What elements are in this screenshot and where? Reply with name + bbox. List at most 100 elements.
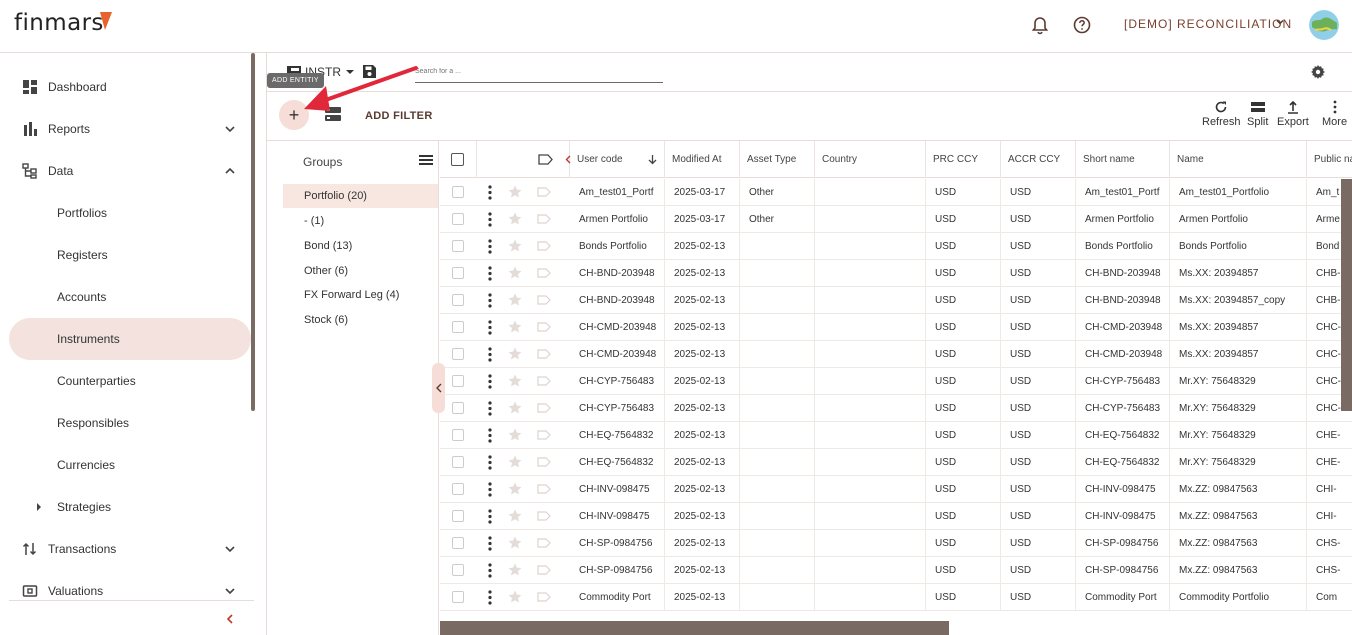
tag-icon[interactable] (537, 214, 551, 224)
table-cell[interactable]: Bonds Portfolio (1170, 233, 1307, 260)
table-cell[interactable]: 2025-02-13 (665, 503, 740, 530)
refresh-button[interactable]: Refresh (1202, 100, 1241, 128)
table-cell[interactable]: 2025-02-13 (665, 449, 740, 476)
table-cell[interactable]: CH-EQ-7564832 (570, 422, 665, 449)
row-menu-icon[interactable] (488, 590, 492, 605)
table-cell[interactable]: USD (1001, 341, 1076, 368)
table-cell[interactable]: CH-CMD-203948 (1076, 314, 1170, 341)
table-row[interactable]: Armen Portfolio 2025-03-17 Other USD USD Arme… (440, 206, 1352, 233)
sidebar-item-accounts[interactable]: Accounts (0, 276, 250, 318)
table-cell[interactable]: 2025-02-13 (665, 395, 740, 422)
row-menu-icon[interactable] (488, 212, 492, 227)
table-cell[interactable]: USD (926, 287, 1001, 314)
table-row[interactable]: CH-EQ-7564832 2025-02-13 USD USD CH-EQ-75648… (440, 422, 1352, 449)
column-header-short-name[interactable]: Short name (1076, 141, 1170, 178)
tag-icon[interactable] (537, 403, 551, 413)
row-checkbox[interactable] (452, 321, 464, 333)
table-cell[interactable]: CHS- (1307, 530, 1352, 557)
table-cell[interactable] (815, 206, 926, 233)
table-cell[interactable] (815, 449, 926, 476)
table-cell[interactable]: 2025-02-13 (665, 341, 740, 368)
table-cell[interactable]: CH-SP-0984756 (570, 530, 665, 557)
row-checkbox[interactable] (452, 375, 464, 387)
star-icon[interactable] (507, 211, 523, 227)
group-item[interactable]: FX Forward Leg (4) (283, 283, 438, 307)
avatar[interactable] (1309, 10, 1339, 40)
row-checkbox[interactable] (452, 537, 464, 549)
table-row[interactable]: CH-EQ-7564832 2025-02-13 USD USD CH-EQ-75648… (440, 449, 1352, 476)
table-cell[interactable]: CH-BND-203948 (1076, 287, 1170, 314)
table-cell[interactable]: USD (1001, 422, 1076, 449)
table-cell[interactable]: CH-CMD-203948 (1076, 341, 1170, 368)
table-row[interactable]: CH-INV-098475 2025-02-13 USD USD CH-INV-0984… (440, 476, 1352, 503)
row-menu-icon[interactable] (488, 428, 492, 443)
column-header-user-code[interactable]: User code (570, 141, 665, 178)
table-row[interactable]: Am_test01_Portf 2025-03-17 Other USD USD Am_t… (440, 179, 1352, 206)
table-cell[interactable] (815, 557, 926, 584)
table-cell[interactable]: CHE- (1307, 449, 1352, 476)
caret-right-icon[interactable] (36, 503, 42, 511)
row-checkbox[interactable] (452, 456, 464, 468)
table-cell[interactable]: Mx.ZZ: 09847563 (1170, 503, 1307, 530)
sidebar-item-valuations[interactable]: Valuations (0, 570, 250, 612)
table-cell[interactable] (740, 314, 815, 341)
table-cell[interactable]: CH-CYP-756483 (1076, 395, 1170, 422)
table-cell[interactable]: USD (1001, 476, 1076, 503)
table-cell[interactable]: Mx.ZZ: 09847563 (1170, 530, 1307, 557)
table-cell[interactable]: Commodity Port (570, 584, 665, 611)
table-row[interactable]: Bonds Portfolio 2025-02-13 USD USD Bonds Por… (440, 233, 1352, 260)
tag-icon[interactable] (537, 511, 551, 521)
table-cell[interactable] (815, 260, 926, 287)
tag-icon[interactable] (537, 592, 551, 602)
row-menu-icon[interactable] (488, 185, 492, 200)
star-icon[interactable] (507, 184, 523, 200)
star-icon[interactable] (507, 400, 523, 416)
table-cell[interactable]: Bonds Portfolio (570, 233, 665, 260)
table-cell[interactable] (740, 584, 815, 611)
search-input[interactable] (415, 61, 663, 83)
table-cell[interactable]: USD (926, 368, 1001, 395)
help-icon[interactable] (1071, 14, 1093, 36)
table-cell[interactable] (740, 449, 815, 476)
table-cell[interactable]: CH-INV-098475 (570, 503, 665, 530)
star-icon[interactable] (507, 535, 523, 551)
table-cell[interactable]: 2025-03-17 (665, 179, 740, 206)
table-horizontal-scrollbar[interactable] (440, 621, 949, 635)
table-cell[interactable]: CH-CYP-756483 (570, 395, 665, 422)
table-cell[interactable]: CH-EQ-7564832 (1076, 449, 1170, 476)
chevron-down-icon[interactable] (224, 123, 236, 135)
table-cell[interactable]: CH-SP-0984756 (1076, 557, 1170, 584)
table-cell[interactable]: Ms.XX: 20394857 (1170, 341, 1307, 368)
star-icon[interactable] (507, 373, 523, 389)
table-cell[interactable] (815, 368, 926, 395)
column-header-public-name[interactable]: Public na (1307, 141, 1352, 178)
table-cell[interactable] (815, 341, 926, 368)
row-checkbox[interactable] (452, 213, 464, 225)
table-cell[interactable]: CH-BND-203948 (570, 260, 665, 287)
group-item[interactable]: - (1) (283, 209, 438, 233)
table-cell[interactable]: Mr.XY: 75648329 (1170, 395, 1307, 422)
table-cell[interactable]: USD (926, 233, 1001, 260)
row-menu-icon[interactable] (488, 455, 492, 470)
table-cell[interactable]: USD (926, 314, 1001, 341)
star-icon[interactable] (507, 481, 523, 497)
table-cell[interactable] (815, 395, 926, 422)
table-cell[interactable]: CH-EQ-7564832 (1076, 422, 1170, 449)
table-cell[interactable] (740, 368, 815, 395)
table-cell[interactable]: Armen Portfolio (1170, 206, 1307, 233)
group-item[interactable]: Bond (13) (283, 234, 438, 258)
table-cell[interactable]: Ms.XX: 20394857 (1170, 260, 1307, 287)
table-cell[interactable]: CH-INV-098475 (1076, 503, 1170, 530)
table-cell[interactable]: USD (926, 449, 1001, 476)
table-cell[interactable] (815, 233, 926, 260)
table-cell[interactable]: CHE- (1307, 422, 1352, 449)
row-checkbox[interactable] (452, 402, 464, 414)
row-menu-icon[interactable] (488, 482, 492, 497)
tag-icon[interactable] (537, 484, 551, 494)
workspace-selector[interactable]: [DEMO] RECONCILIATION (1124, 17, 1292, 31)
table-cell[interactable] (740, 422, 815, 449)
row-menu-icon[interactable] (488, 536, 492, 551)
bell-icon[interactable] (1029, 14, 1051, 36)
table-cell[interactable]: Commodity Port (1076, 584, 1170, 611)
column-header-prc-ccy[interactable]: PRC CCY (926, 141, 1001, 178)
